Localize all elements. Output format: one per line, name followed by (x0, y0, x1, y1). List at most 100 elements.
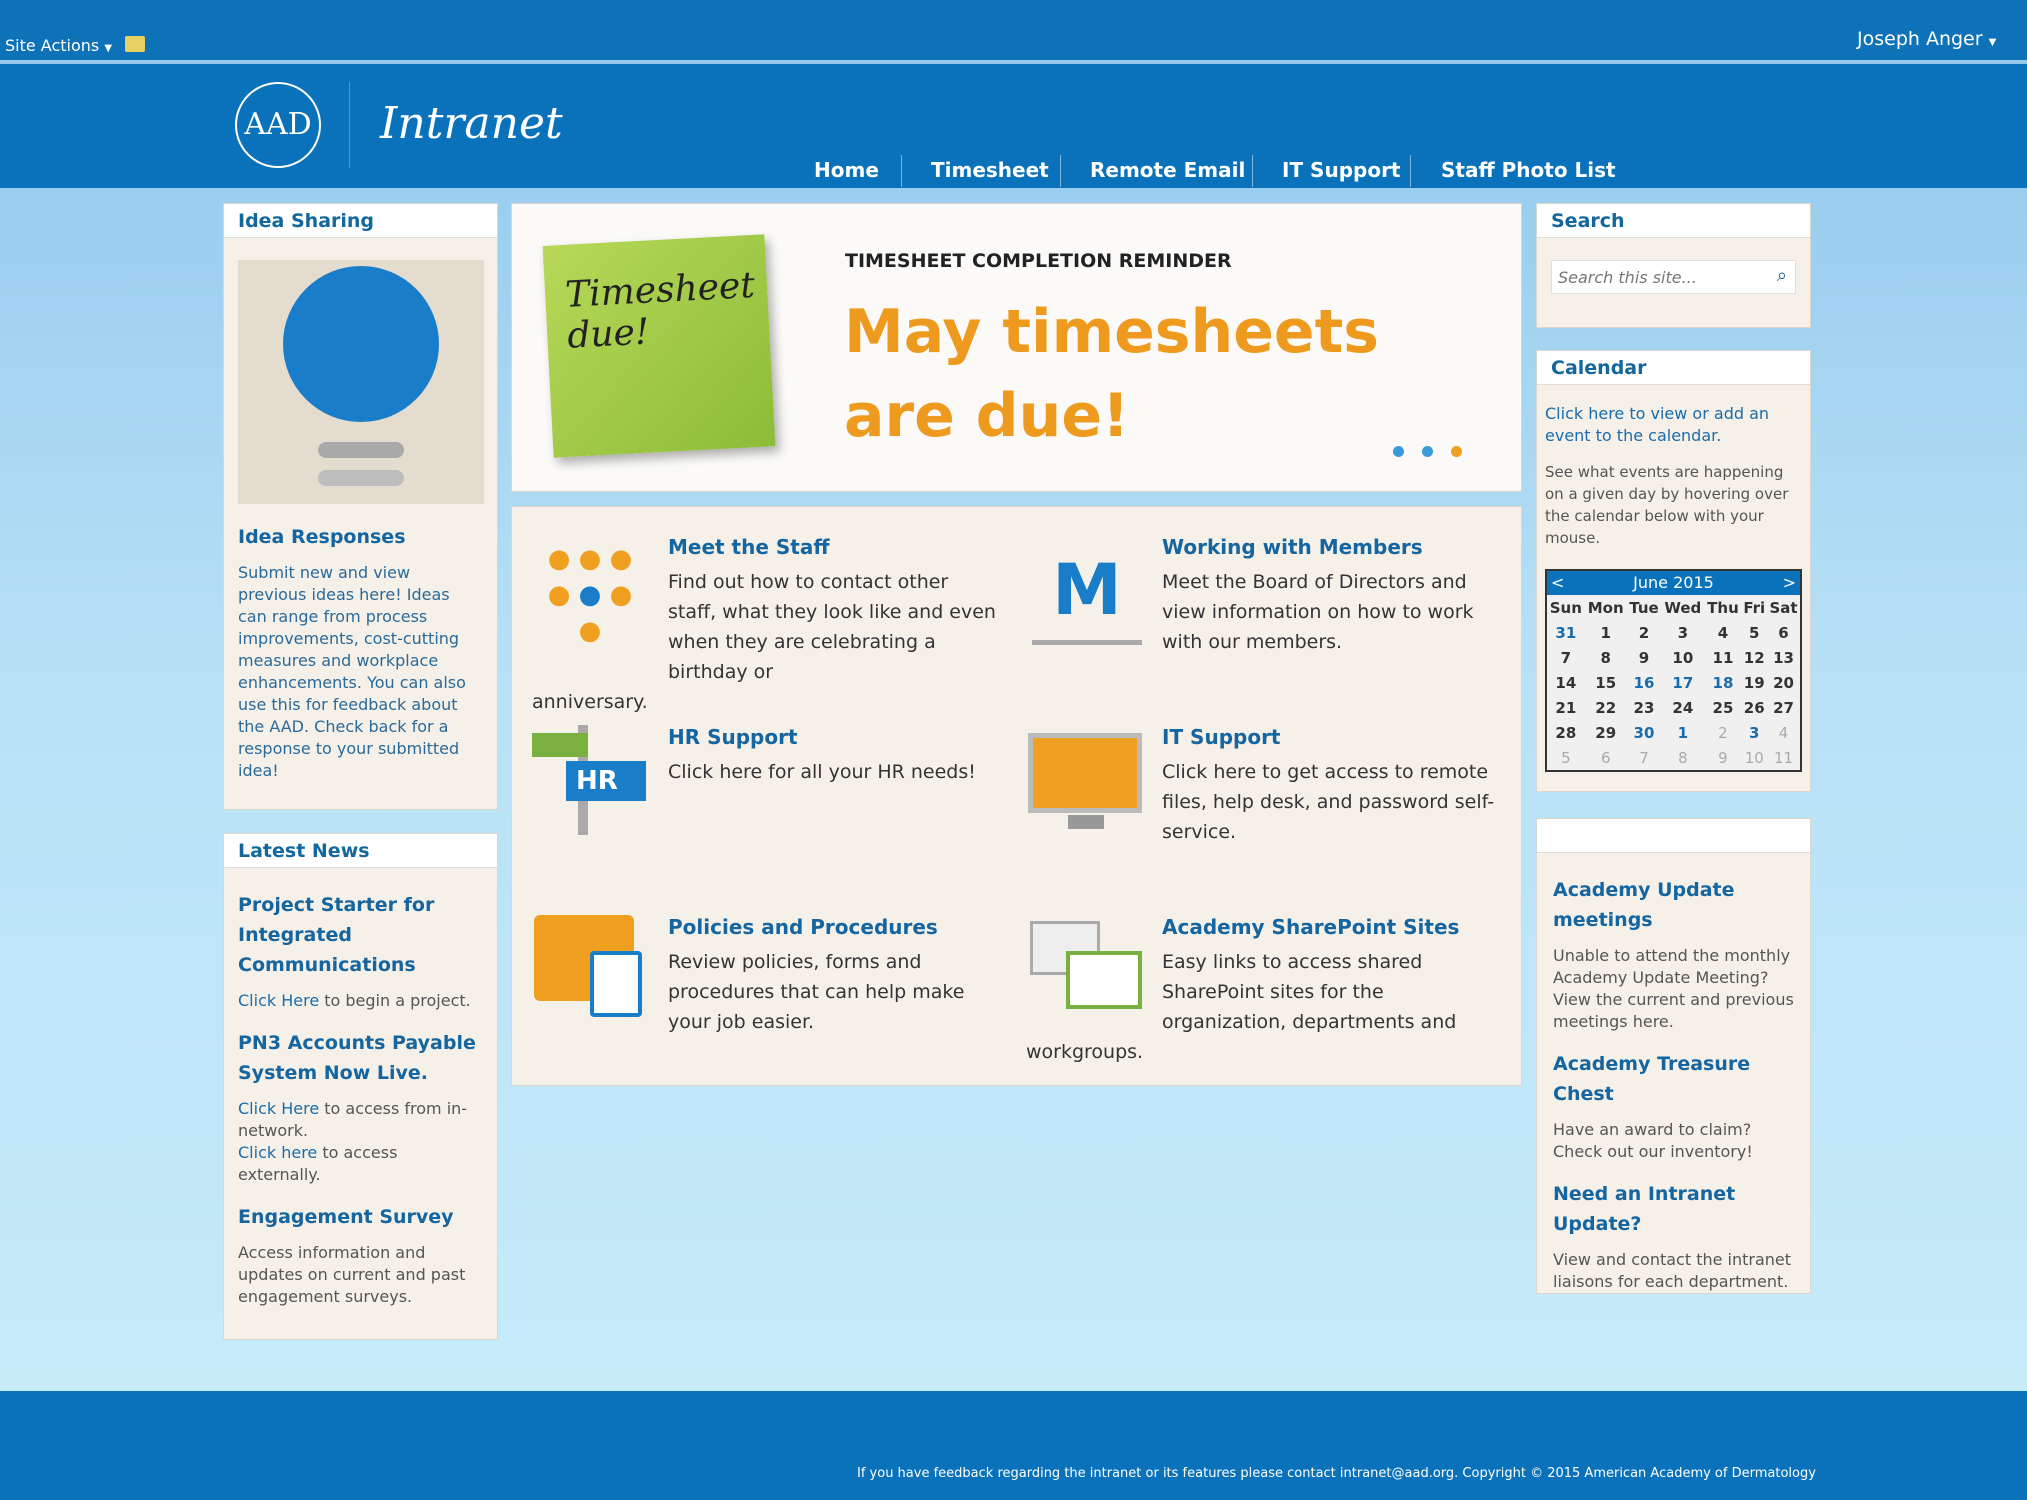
headline-line: May timesheets (844, 297, 1380, 367)
news-item-title[interactable]: PN3 Accounts Payable System Now Live. (238, 1028, 483, 1088)
carousel-dot[interactable] (1393, 446, 1404, 457)
next-month-button[interactable]: > (1783, 571, 1796, 595)
feedback-email-link[interactable]: intranet@aad.org (1340, 1466, 1454, 1481)
top-bar: Site Actions ▼ Joseph Anger ▼ (0, 0, 2027, 62)
calendar-day[interactable]: 8 (1585, 645, 1627, 670)
calendar-day[interactable]: 15 (1585, 670, 1627, 695)
calendar-day[interactable]: 9 (1704, 745, 1741, 770)
calendar-day[interactable]: 12 (1741, 645, 1767, 670)
calendar-link[interactable]: Click here to view or add an event to th… (1545, 403, 1802, 447)
tile-policies[interactable]: Policies and Procedures Review policies, … (532, 915, 1002, 1037)
resource-link[interactable]: Need an Intranet Update? (1553, 1179, 1794, 1239)
banner-headline: May timesheets are due! (844, 290, 1379, 458)
calendar-day[interactable]: 24 (1661, 695, 1704, 720)
calendar-day[interactable]: 13 (1767, 645, 1800, 670)
folder-upload-icon[interactable] (125, 36, 145, 52)
calendar-day[interactable]: 2 (1627, 620, 1661, 645)
calendar-day[interactable]: 23 (1627, 695, 1661, 720)
calendar-day[interactable]: 1 (1585, 620, 1627, 645)
calendar-day[interactable]: 25 (1704, 695, 1741, 720)
tile-text: Review policies, forms and procedures th… (668, 951, 965, 1033)
carousel-dot-active[interactable] (1451, 446, 1462, 457)
click-here-link[interactable]: Click here (238, 1143, 317, 1162)
tile-text: Click here for all your HR needs! (668, 761, 976, 783)
calendar-day[interactable]: 7 (1627, 745, 1661, 770)
footer: If you have feedback regarding the intra… (0, 1391, 2027, 1500)
calendar-day[interactable]: 1 (1661, 720, 1704, 745)
calendar-day[interactable]: 22 (1585, 695, 1627, 720)
calendar-day[interactable]: 5 (1547, 745, 1585, 770)
lightbulb-icon[interactable] (238, 260, 484, 504)
calendar-day[interactable]: 11 (1704, 645, 1741, 670)
calendar-day[interactable]: 18 (1704, 670, 1741, 695)
calendar-day[interactable]: 14 (1547, 670, 1585, 695)
calendar-day[interactable]: 9 (1627, 645, 1661, 670)
calendar-day[interactable]: 4 (1704, 620, 1741, 645)
panel-title: Search (1537, 204, 1810, 238)
calendar-day[interactable]: 19 (1741, 670, 1767, 695)
nav-timesheet[interactable]: Timesheet (931, 158, 1049, 182)
calendar-day[interactable]: 6 (1585, 745, 1627, 770)
calendar-day[interactable]: 21 (1547, 695, 1585, 720)
calendar-description: See what events are happening on a given… (1545, 463, 1789, 547)
prev-month-button[interactable]: < (1551, 571, 1564, 595)
calendar-day[interactable]: 26 (1741, 695, 1767, 720)
latest-news-panel: Latest News Project Starter for Integrat… (223, 833, 498, 1340)
calendar-day[interactable]: 5 (1741, 620, 1767, 645)
chevron-down-icon: ▼ (104, 43, 113, 54)
idea-responses-link[interactable]: Idea Responses (238, 522, 483, 552)
nav-remote-email[interactable]: Remote Email (1090, 158, 1245, 182)
hr-label: HR (566, 761, 646, 801)
tile-text: Click here to get access to remote files… (1162, 761, 1495, 843)
aad-logo[interactable]: AAD (235, 82, 321, 168)
panel-title: Idea Sharing (224, 204, 497, 238)
divider (1060, 155, 1061, 187)
nav-it-support[interactable]: IT Support (1282, 158, 1401, 182)
click-here-link[interactable]: Click Here (238, 991, 319, 1010)
tile-it-support[interactable]: IT Support Click here to get access to re… (1026, 725, 1496, 847)
tile-meet-the-staff[interactable]: ● ● ● ● ● ● ● Meet the Staff Find out how t… (532, 535, 1002, 717)
calendar-day[interactable]: 11 (1767, 745, 1800, 770)
nav-staff-photo-list[interactable]: Staff Photo List (1441, 158, 1616, 182)
tile-hr-support[interactable]: HR HR Support Click here for all your HR … (532, 725, 1002, 835)
site-actions-menu[interactable]: Site Actions ▼ (5, 36, 112, 55)
tile-sharepoint-sites[interactable]: Academy SharePoint Sites Easy links to ac… (1026, 915, 1496, 1067)
calendar-day[interactable]: 3 (1661, 620, 1704, 645)
calendar-day[interactable]: 20 (1767, 670, 1800, 695)
timesheet-banner[interactable]: Timesheet due! TIMESHEET COMPLETION REMIN… (511, 203, 1522, 492)
user-menu[interactable]: Joseph Anger ▼ (1857, 28, 1996, 50)
resource-link[interactable]: Academy Treasure Chest (1553, 1049, 1794, 1109)
calendar-day[interactable]: 16 (1627, 670, 1661, 695)
resource-link[interactable]: Academy Update meetings (1553, 875, 1794, 935)
calendar-day[interactable]: 31 (1547, 620, 1585, 645)
calendar-day[interactable]: 29 (1585, 720, 1627, 745)
panel-title: Calendar (1537, 351, 1810, 385)
calendar-day[interactable]: 7 (1547, 645, 1585, 670)
click-here-link[interactable]: Click Here (238, 1099, 319, 1118)
site-title: Intranet (380, 98, 563, 149)
calendar-day[interactable]: 30 (1627, 720, 1661, 745)
news-item-title[interactable]: Project Starter for Integrated Communica… (238, 890, 483, 980)
nav-home[interactable]: Home (814, 158, 879, 182)
tile-working-with-members[interactable]: M Working with Members Meet the Board of … (1026, 535, 1496, 657)
calendar-day[interactable]: 8 (1661, 745, 1704, 770)
mini-calendar: < June 2015 > Sun Mon Tue Wed Thu Fri Sat 31 1 2 3… (1545, 569, 1802, 772)
calendar-day[interactable]: 3 (1741, 720, 1767, 745)
calendar-day[interactable]: 17 (1661, 670, 1704, 695)
hr-signpost-icon: HR (532, 725, 648, 835)
calendar-day[interactable]: 4 (1767, 720, 1800, 745)
calendar-day[interactable]: 10 (1741, 745, 1767, 770)
idea-description: Submit new and view previous ideas here!… (238, 563, 466, 780)
search-icon[interactable]: ⌕ (1777, 265, 1787, 286)
calendar-day[interactable]: 27 (1767, 695, 1800, 720)
calendar-day[interactable]: 28 (1547, 720, 1585, 745)
news-item-title[interactable]: Engagement Survey (238, 1202, 483, 1232)
calendar-day[interactable]: 10 (1661, 645, 1704, 670)
calendar-day[interactable]: 6 (1767, 620, 1800, 645)
monitor-icon (1028, 733, 1142, 813)
calendar-day[interactable]: 2 (1704, 720, 1741, 745)
sticky-note: Timesheet due! (542, 234, 776, 458)
tile-text: Easy links to access shared SharePoint s… (1162, 951, 1457, 1033)
carousel-dot[interactable] (1422, 446, 1433, 457)
search-input[interactable] (1552, 261, 1752, 293)
